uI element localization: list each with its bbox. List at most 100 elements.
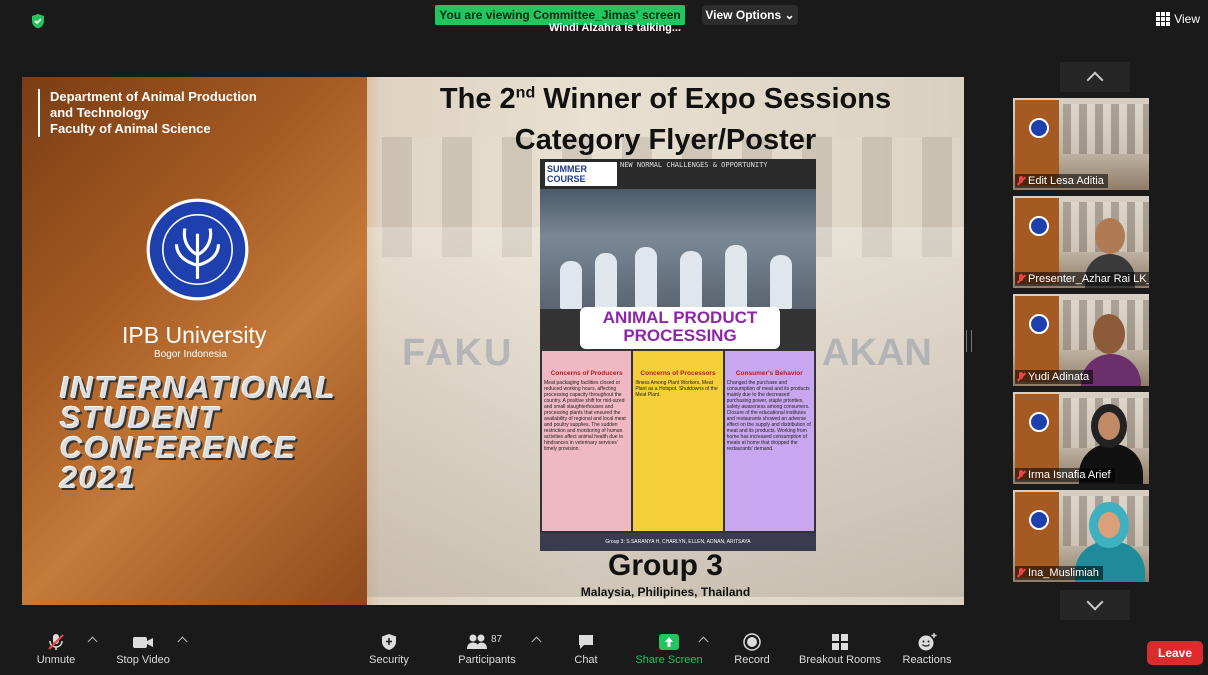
top-bar: You are viewing Committee_Jimas' screen … (0, 0, 1208, 40)
poster-summer-course: SUMMER COURSE (545, 162, 617, 186)
record-label: Record (734, 654, 770, 666)
participant-tile[interactable]: Ina_Muslimiah (1013, 490, 1149, 582)
participants-count: 87 (491, 634, 503, 645)
gallery-scroll-down-button[interactable] (1060, 590, 1130, 620)
column-heading: Consumer's Behavior (735, 370, 803, 377)
participants-icon: 87 (466, 633, 508, 651)
stop-video-button[interactable]: Stop Video (112, 625, 174, 675)
shared-screen: FAKU AKAN Department of Animal Productio… (22, 77, 964, 605)
participant-name-tag: Presenter_Azhar Rai LK_I... (1015, 272, 1149, 286)
resize-handle[interactable] (966, 330, 972, 352)
poster-column-consumers: Consumer's Behavior Changed the purchase … (724, 351, 814, 531)
conference-line: 2021 (60, 460, 137, 495)
share-screen-label: Share Screen (635, 654, 703, 666)
column-heading: Concerns of Processors (640, 370, 716, 377)
stop-video-label: Stop Video (116, 654, 170, 666)
meeting-toolbar: Unmute Stop Video Security 87 Participan… (0, 625, 1208, 675)
conference-line: CONFERENCE (60, 430, 298, 465)
slide-title: The 2nd Winner of Expo Sessions (367, 83, 964, 116)
view-options-label: View Options (705, 8, 782, 22)
participant-name: Edit Lesa Aditia (1028, 175, 1104, 187)
participant-tile[interactable]: Yudi Adinata (1013, 294, 1149, 386)
chevron-down-icon: ⌄ (784, 8, 795, 22)
ipb-logo-icon (1029, 118, 1049, 138)
view-label: View (1174, 12, 1200, 26)
poster-photo (540, 189, 816, 309)
gallery-scroll-up-button[interactable] (1060, 62, 1130, 92)
conference-line: INTERNATIONAL (60, 370, 337, 405)
slide-subtitle: Category Flyer/Poster (514, 124, 817, 156)
participant-name-tag: Irma Isnafia Arief (1015, 468, 1115, 482)
ipb-logo-icon (1029, 216, 1049, 236)
person-face (1095, 218, 1125, 254)
muted-mic-icon (1017, 372, 1025, 382)
view-options-button[interactable]: View Options ⌄ (702, 5, 798, 25)
participant-name: Yudi Adinata (1028, 371, 1090, 383)
poster-title-line: PROCESSING (623, 326, 737, 345)
participants-button[interactable]: 87 Participants (450, 625, 524, 675)
background-sign-left: FAKU (402, 332, 514, 374)
column-text: Illness Among Plant Workers. Meat Plant … (635, 380, 718, 398)
chat-label: Chat (574, 654, 598, 666)
slide-title-suffix: Winner of Expo Sessions (535, 83, 892, 115)
muted-mic-icon (48, 634, 64, 650)
poster-header: SUMMER COURSE NEW NORMAL CHALLENGES & OP… (540, 159, 816, 189)
participants-options-caret-icon[interactable] (531, 636, 542, 647)
participant-tile[interactable]: Irma Isnafia Arief (1013, 392, 1149, 484)
poster-column-producers: Concerns of Producers Meat packaging faci… (542, 351, 632, 531)
talking-indicator: Windi Alzahra is talking... (548, 22, 682, 34)
poster-tagline: NEW NORMAL CHALLENGES & OPPORTUNITY (620, 161, 768, 169)
breakout-rooms-button[interactable]: Breakout Rooms (795, 625, 885, 675)
department-text: Department of Animal Production and Tech… (38, 89, 257, 137)
department-line: Department of Animal Production (50, 89, 257, 104)
department-line: and Technology (50, 105, 149, 120)
reactions-button[interactable]: Reactions (900, 625, 954, 675)
video-camera-icon (133, 637, 153, 648)
poster-title-line: ANIMAL PRODUCT (602, 308, 758, 327)
worker-figure (635, 247, 657, 309)
video-options-caret-icon[interactable] (177, 636, 188, 647)
smiley-plus-icon (918, 633, 937, 651)
slide-title-sup: nd (515, 84, 536, 102)
security-label: Security (369, 654, 409, 666)
participant-tile[interactable]: Presenter_Azhar Rai LK_I... (1013, 196, 1149, 288)
participant-name: Irma Isnafia Arief (1028, 469, 1111, 481)
worker-figure (680, 251, 702, 309)
audio-options-caret-icon[interactable] (87, 636, 98, 647)
share-screen-icon (659, 634, 679, 650)
background-windows (1063, 104, 1149, 154)
chat-button[interactable]: Chat (566, 625, 606, 675)
shield-check-icon[interactable] (30, 13, 46, 29)
poster-image: SUMMER COURSE NEW NORMAL CHALLENGES & OP… (540, 159, 816, 551)
muted-mic-icon (1017, 176, 1025, 186)
leave-button[interactable]: Leave (1147, 641, 1203, 665)
group-countries: Malaysia, Philipines, Thailand (580, 585, 751, 599)
participant-name-tag: Yudi Adinata (1015, 370, 1094, 384)
muted-mic-icon (1017, 568, 1025, 578)
column-text: Changed the purchase and consumption of … (726, 380, 811, 452)
conference-title: INTERNATIONAL STUDENT CONFERENCE 2021 (60, 370, 337, 495)
security-button[interactable]: Security (362, 625, 416, 675)
breakout-rooms-label: Breakout Rooms (799, 654, 881, 666)
university-name: IPB University (122, 322, 267, 348)
ipb-logo-icon (146, 198, 249, 301)
person-face (1098, 512, 1120, 538)
chevron-down-icon (1086, 593, 1104, 611)
unmute-label: Unmute (36, 654, 76, 666)
view-button[interactable]: View (1156, 12, 1200, 26)
participant-name: Ina_Muslimiah (1028, 567, 1099, 579)
share-screen-button[interactable]: Share Screen (632, 625, 706, 675)
participant-tile[interactable]: Edit Lesa Aditia (1013, 98, 1149, 190)
chevron-up-icon (1086, 71, 1104, 89)
ipb-logo-icon (1029, 412, 1049, 432)
grid-icon (1156, 12, 1171, 26)
worker-figure (560, 261, 582, 309)
person-face (1093, 314, 1125, 354)
ipb-logo-icon (1029, 510, 1049, 530)
poster-title: ANIMAL PRODUCT PROCESSING (580, 307, 780, 349)
record-button[interactable]: Record (730, 625, 774, 675)
conference-line: STUDENT (60, 400, 221, 435)
worker-figure (595, 253, 617, 309)
unmute-button[interactable]: Unmute (28, 625, 84, 675)
poster-columns: Concerns of Producers Meat packaging faci… (542, 351, 814, 531)
